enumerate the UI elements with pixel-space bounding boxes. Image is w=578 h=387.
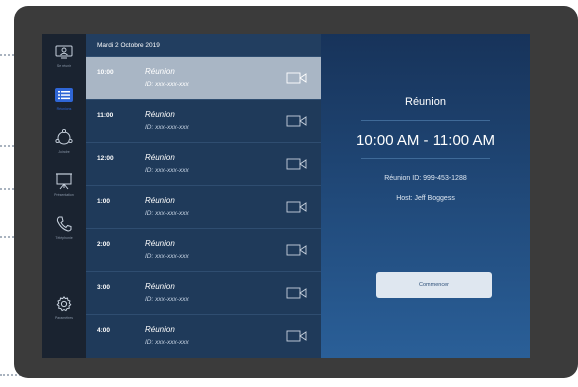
presentation-icon bbox=[53, 172, 75, 190]
sidebar-item-parametres[interactable]: Paramètres bbox=[42, 295, 86, 320]
list-item[interactable]: 2:00 Réunion ID: xxx-xxx-xxx bbox=[86, 228, 321, 271]
row-time: 1:00 bbox=[97, 198, 111, 205]
list-item[interactable]: 4:00 Réunion ID: xxx-xxx-xxx bbox=[86, 314, 321, 357]
detail-meeting-id: Réunion ID: 999-453-1288 bbox=[384, 175, 467, 182]
divider bbox=[361, 158, 490, 159]
sidebar-item-se-reunir[interactable]: Se réunir bbox=[42, 43, 86, 68]
sidebar-item-label: Joindre bbox=[58, 150, 70, 154]
sidebar-item-label: Se réunir bbox=[56, 64, 72, 68]
sidebar-item-label: Réunions bbox=[56, 107, 72, 111]
video-camera-icon bbox=[286, 201, 307, 213]
sidebar-item-joindre[interactable]: Joindre bbox=[42, 128, 86, 154]
row-meeting-id: ID: xxx-xxx-xxx bbox=[145, 124, 189, 131]
detail-time-range: 10:00 AM - 11:00 AM bbox=[356, 132, 495, 149]
list-item[interactable]: 1:00 Réunion ID: xxx-xxx-xxx bbox=[86, 185, 321, 228]
row-meeting-id: ID: xxx-xxx-xxx bbox=[145, 167, 189, 174]
start-button[interactable]: Commencer bbox=[376, 272, 492, 298]
touch-panel-screen: Se réunir Réunions Joindre Présentation bbox=[42, 34, 530, 358]
list-item[interactable]: 3:00 Réunion ID: xxx-xxx-xxx bbox=[86, 271, 321, 314]
phone-icon bbox=[53, 215, 75, 233]
video-camera-icon bbox=[286, 72, 307, 84]
sidebar-item-presentation[interactable]: Présentation bbox=[42, 172, 86, 197]
row-meeting-id: ID: xxx-xxx-xxx bbox=[145, 253, 189, 260]
row-meeting-id: ID: xxx-xxx-xxx bbox=[145, 81, 189, 88]
detail-host: Host: Jeff Boggess bbox=[396, 195, 455, 202]
list-item[interactable]: 11:00 Réunion ID: xxx-xxx-xxx bbox=[86, 99, 321, 142]
row-time: 10:00 bbox=[97, 69, 114, 76]
schedule-date: Mardi 2 Octobre 2019 bbox=[86, 34, 321, 56]
row-time: 3:00 bbox=[97, 284, 111, 291]
video-camera-icon bbox=[286, 115, 307, 127]
sidebar: Se réunir Réunions Joindre Présentation bbox=[42, 34, 86, 358]
video-camera-icon bbox=[286, 244, 307, 256]
video-camera-icon bbox=[286, 330, 307, 342]
row-title: Réunion bbox=[145, 196, 175, 205]
row-meeting-id: ID: xxx-xxx-xxx bbox=[145, 339, 189, 346]
row-title: Réunion bbox=[145, 153, 175, 162]
video-camera-icon bbox=[286, 158, 307, 170]
meeting-detail-panel: Réunion 10:00 AM - 11:00 AM Réunion ID: … bbox=[321, 34, 530, 358]
sidebar-item-reunions[interactable]: Réunions bbox=[42, 86, 86, 111]
row-meeting-id: ID: xxx-xxx-xxx bbox=[145, 296, 189, 303]
row-title: Réunion bbox=[145, 67, 175, 76]
sidebar-item-label: Paramètres bbox=[54, 316, 74, 320]
row-title: Réunion bbox=[145, 325, 175, 334]
gear-icon bbox=[53, 295, 75, 313]
row-time: 12:00 bbox=[97, 155, 114, 162]
divider bbox=[361, 120, 490, 121]
row-title: Réunion bbox=[145, 110, 175, 119]
list-icon bbox=[53, 86, 75, 104]
detail-title: Réunion bbox=[405, 96, 446, 108]
row-time: 11:00 bbox=[97, 112, 114, 119]
video-camera-icon bbox=[286, 287, 307, 299]
row-meeting-id: ID: xxx-xxx-xxx bbox=[145, 210, 189, 217]
sidebar-item-label: Présentation bbox=[54, 193, 74, 197]
sidebar-item-telephonie[interactable]: Téléphonie bbox=[42, 215, 86, 240]
schedule-list: Mardi 2 Octobre 2019 10:00 Réunion ID: x… bbox=[86, 34, 321, 358]
sidebar-item-label: Téléphonie bbox=[55, 236, 73, 240]
list-item[interactable]: 10:00 Réunion ID: xxx-xxx-xxx bbox=[86, 56, 321, 99]
row-title: Réunion bbox=[145, 239, 175, 248]
join-icon bbox=[53, 128, 75, 147]
screen-person-icon bbox=[53, 43, 75, 61]
row-time: 4:00 bbox=[97, 327, 111, 334]
row-title: Réunion bbox=[145, 282, 175, 291]
row-time: 2:00 bbox=[97, 241, 111, 248]
list-item[interactable]: 12:00 Réunion ID: xxx-xxx-xxx bbox=[86, 142, 321, 185]
